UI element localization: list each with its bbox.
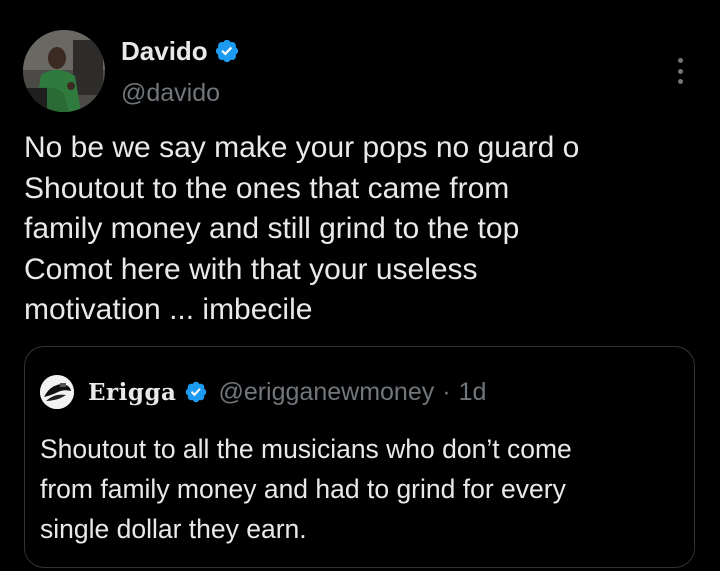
quoted-tweet-line: Shoutout to all the musicians who don’t …	[40, 434, 572, 464]
more-options-icon[interactable]	[670, 56, 690, 86]
more-dot	[677, 79, 683, 84]
author-name[interactable]: Davido	[121, 36, 208, 66]
quoted-tweet-line: from family money and had to grind for e…	[40, 474, 566, 504]
tweet-text: No be we say make your pops no guard o S…	[24, 128, 694, 331]
quoted-tweet-header: Erigga @erigganewmoney · 1d	[40, 375, 486, 409]
quoted-profile-photo-icon	[40, 375, 74, 409]
more-dot	[677, 68, 683, 74]
quoted-tweet-line: single dollar they earn.	[40, 514, 307, 544]
quoted-tweet-card[interactable]: Erigga @erigganewmoney · 1d Shoutout to …	[24, 346, 695, 568]
author-handle[interactable]: @davido	[121, 78, 220, 108]
quoted-author-handle[interactable]: @erigganewmoney	[218, 378, 434, 407]
separator-dot: ·	[442, 377, 451, 406]
tweet-line: Comot here with that your useless	[24, 252, 478, 286]
tweet-line: motivation ... imbecile	[24, 293, 313, 326]
quoted-verified-badge-icon	[186, 381, 207, 403]
quoted-author-name[interactable]: Erigga	[88, 379, 176, 406]
quoted-author-avatar[interactable]	[40, 375, 74, 409]
tweet-line: No be we say make your pops no guard o	[24, 131, 580, 164]
tweet-line: family money and still grind to the top	[24, 212, 520, 245]
tweet-line: Shoutout to the ones that came from	[24, 171, 510, 205]
verified-badge-icon	[215, 39, 238, 63]
author-name-row: Davido	[121, 36, 240, 66]
quoted-tweet-text: Shoutout to all the musicians who don’t …	[40, 429, 680, 549]
quoted-tweet-time[interactable]: 1d	[459, 378, 487, 407]
author-avatar[interactable]	[23, 30, 105, 112]
more-dot	[677, 58, 683, 63]
profile-photo-icon	[23, 30, 105, 112]
